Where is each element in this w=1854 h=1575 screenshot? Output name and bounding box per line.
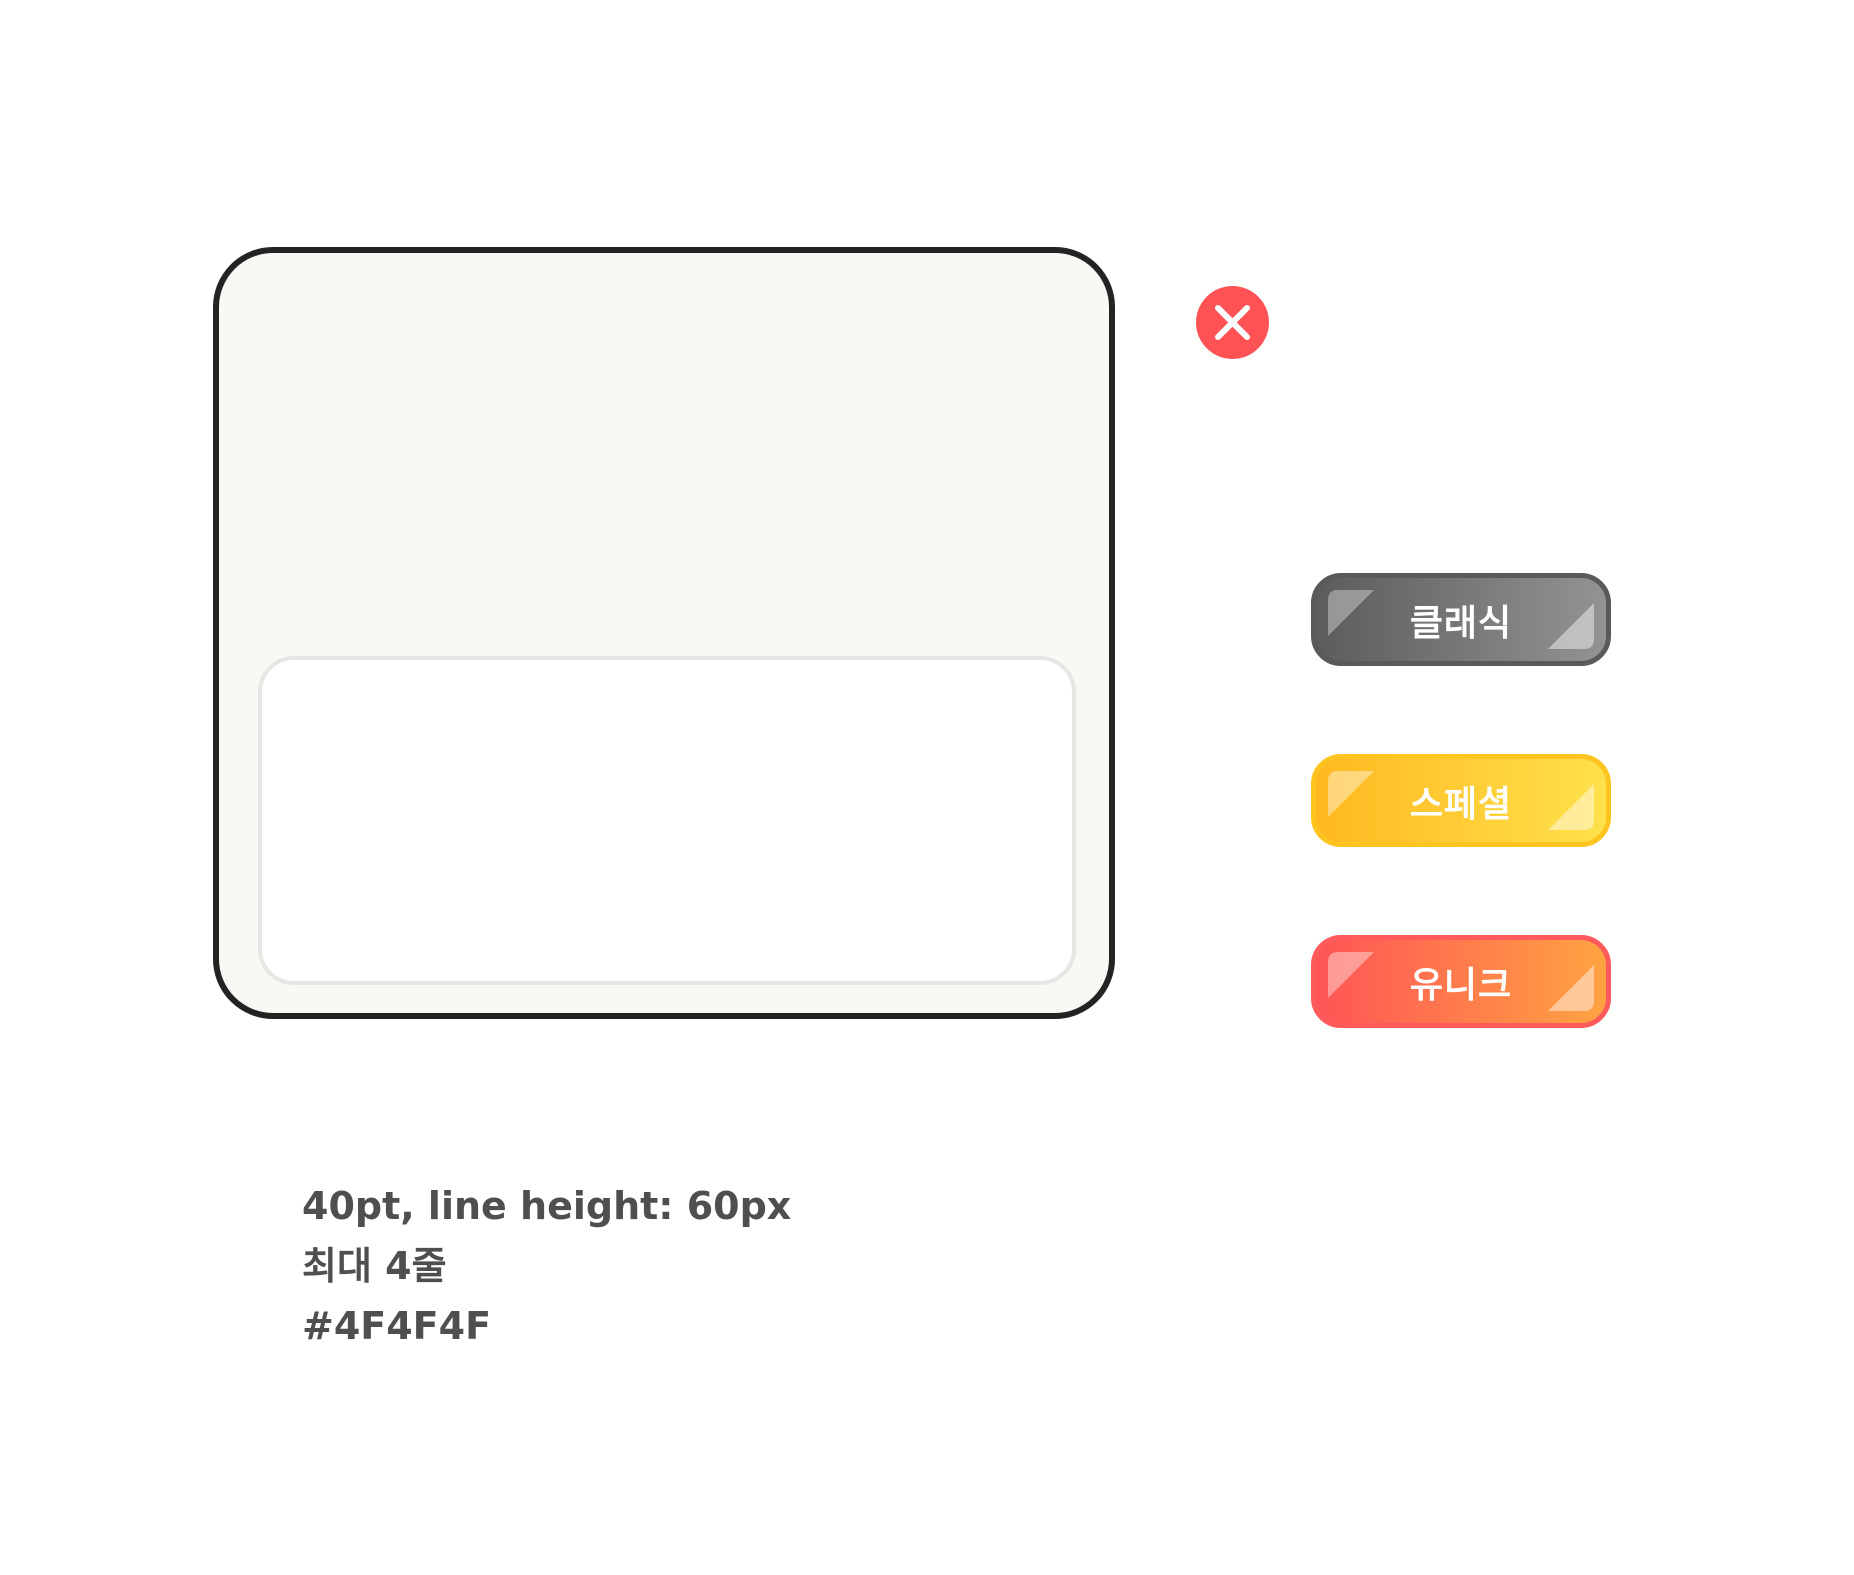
- close-icon: [1215, 305, 1250, 340]
- classic-grade-button[interactable]: 클래식: [1311, 573, 1611, 666]
- spec-text-color: #4F4F4F: [302, 1304, 492, 1348]
- message-text-area[interactable]: [258, 656, 1076, 985]
- classic-grade-label: 클래식: [1409, 602, 1513, 644]
- special-grade-button[interactable]: 스페셜: [1311, 754, 1611, 847]
- special-grade-label: 스페셜: [1409, 783, 1513, 825]
- unique-grade-button[interactable]: 유니크: [1311, 935, 1611, 1028]
- typography-spec-note: 40pt, line height: 60px 최대 4줄 #4F4F4F: [302, 1176, 791, 1356]
- close-button[interactable]: [1196, 286, 1269, 359]
- spec-font-size: 40pt, line height: 60px: [302, 1184, 792, 1228]
- unique-grade-label: 유니크: [1409, 964, 1513, 1006]
- spec-max-lines: 최대 4줄: [302, 1244, 447, 1288]
